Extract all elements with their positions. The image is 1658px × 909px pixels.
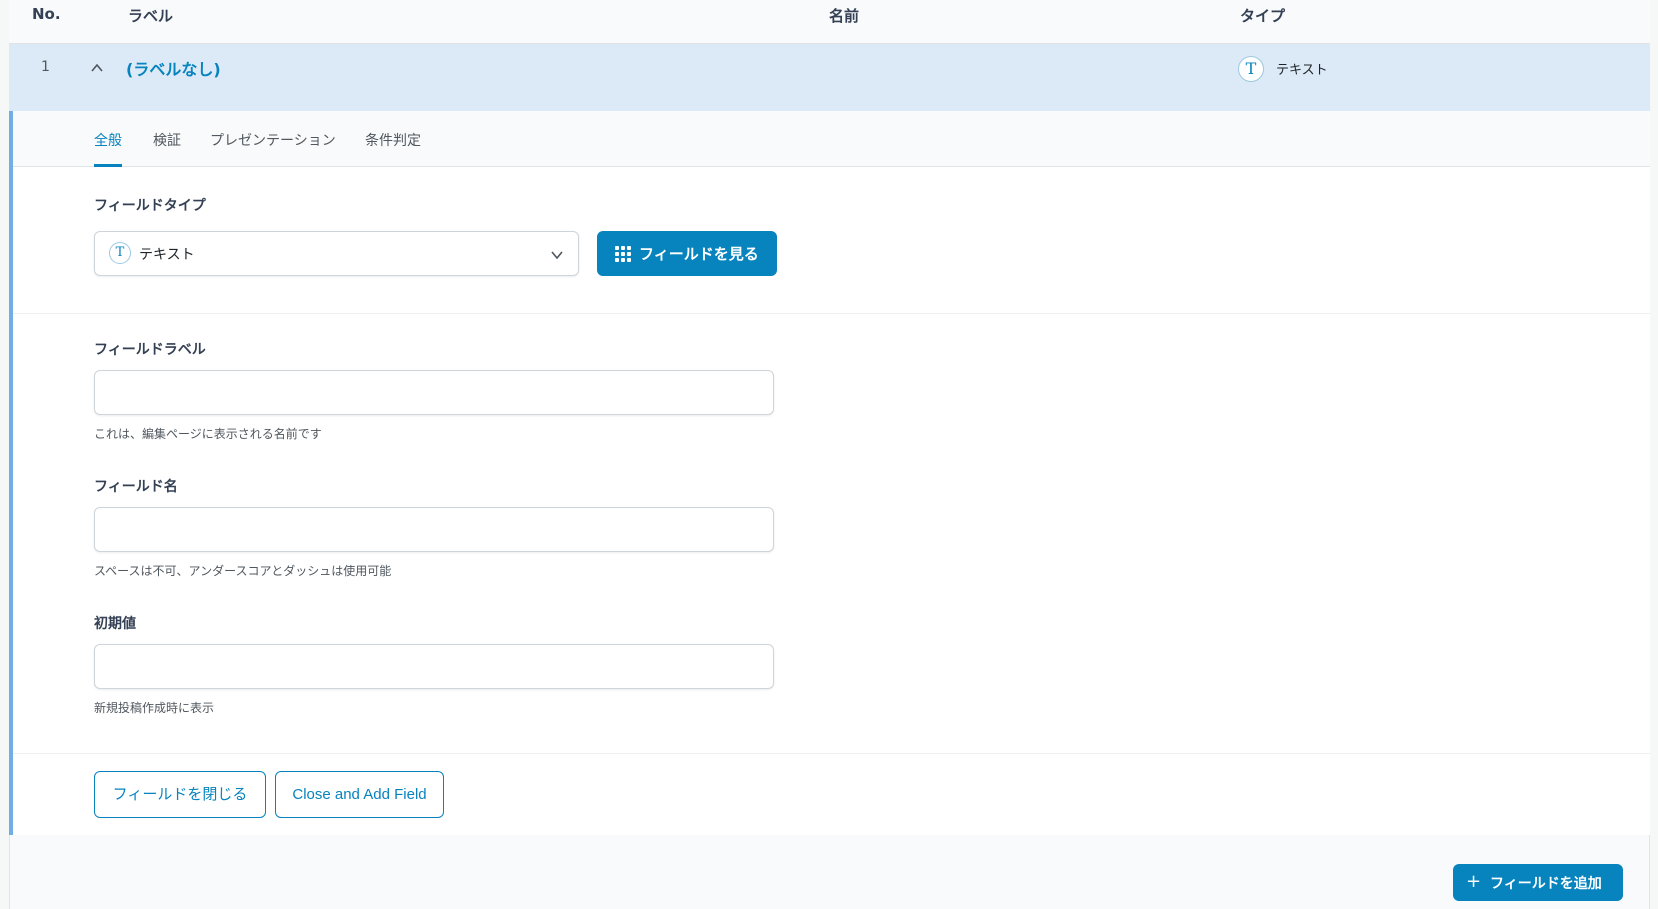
plus-icon: + xyxy=(1466,871,1482,892)
section-divider xyxy=(13,313,1650,314)
field-name-help: スペースは不可、アンダースコアとダッシュは使用可能 xyxy=(94,564,392,578)
field-type-label: フィールドタイプ xyxy=(94,198,206,214)
field-group-editor: No. ラベル 名前 タイプ 1 (ラベルなし) T テキスト 全般 検証 プレ… xyxy=(0,0,1658,909)
browse-fields-button[interactable]: フィールドを見る xyxy=(597,231,777,276)
default-value-input[interactable] xyxy=(94,644,774,689)
add-field-button[interactable]: + フィールドを追加 xyxy=(1453,864,1623,901)
section-divider xyxy=(13,753,1650,754)
field-type-select[interactable]: T テキスト xyxy=(94,231,579,276)
tab-presentation[interactable]: プレゼンテーション xyxy=(210,130,336,164)
field-name-input[interactable] xyxy=(94,507,774,552)
column-header-label: ラベル xyxy=(128,7,174,25)
close-and-add-field-button[interactable]: Close and Add Field xyxy=(275,771,444,818)
grid-icon xyxy=(615,246,631,262)
default-value-help: 新規投稿作成時に表示 xyxy=(94,701,215,715)
settings-tabs: 全般 検証 プレゼンテーション 条件判定 xyxy=(13,111,1650,167)
default-value-label: 初期値 xyxy=(94,616,136,632)
tab-conditional-logic[interactable]: 条件判定 xyxy=(365,130,421,164)
field-row-number: 1 xyxy=(41,59,50,75)
tab-validation[interactable]: 検証 xyxy=(153,130,181,164)
field-type-selected-value: テキスト xyxy=(139,247,195,263)
field-row[interactable]: 1 (ラベルなし) T テキスト xyxy=(9,44,1650,111)
column-header-type: タイプ xyxy=(1240,7,1286,25)
fields-table-header: No. ラベル 名前 タイプ xyxy=(9,0,1650,44)
field-row-type: テキスト xyxy=(1276,63,1328,78)
field-label-help: これは、編集ページに表示される名前です xyxy=(94,427,322,441)
field-label-label: フィールドラベル xyxy=(94,342,206,358)
close-field-button[interactable]: フィールドを閉じる xyxy=(94,771,266,818)
field-name-label: フィールド名 xyxy=(94,479,178,495)
browse-fields-label: フィールドを見る xyxy=(639,245,759,263)
add-field-label: フィールドを追加 xyxy=(1490,876,1602,892)
chevron-up-icon[interactable] xyxy=(90,61,104,75)
text-type-icon: T xyxy=(1238,56,1264,82)
column-header-no: No. xyxy=(32,5,61,23)
field-settings: 全般 検証 プレゼンテーション 条件判定 フィールドタイプ T テキスト フィー… xyxy=(9,111,1650,835)
text-type-icon: T xyxy=(109,242,131,264)
field-label-input[interactable] xyxy=(94,370,774,415)
chevron-down-icon xyxy=(551,251,563,260)
field-row-label[interactable]: (ラベルなし) xyxy=(126,56,221,80)
tab-general[interactable]: 全般 xyxy=(94,130,122,167)
column-header-name: 名前 xyxy=(829,7,860,25)
